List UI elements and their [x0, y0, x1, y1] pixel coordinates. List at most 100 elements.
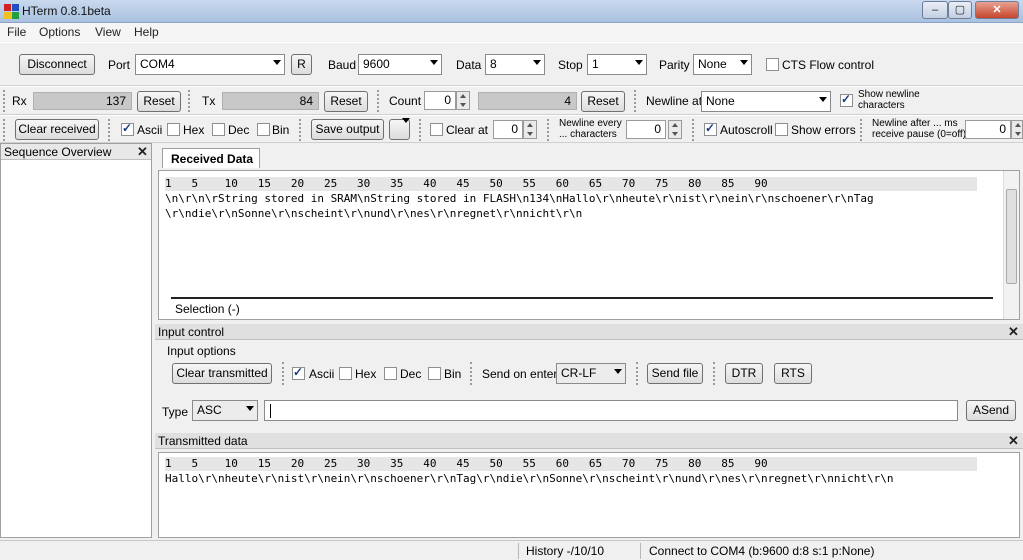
menu-file[interactable]: File: [7, 25, 26, 39]
count-input[interactable]: 0: [424, 91, 456, 110]
history-status: History -/10/10: [526, 544, 605, 558]
scrollbar-thumb[interactable]: [1006, 189, 1017, 284]
clear-received-button[interactable]: Clear received: [15, 119, 99, 140]
toolbar-grip[interactable]: [470, 362, 474, 385]
newline-at-select[interactable]: None: [701, 91, 831, 112]
selection-divider: [171, 297, 993, 299]
close-icon[interactable]: ✕: [1008, 324, 1019, 340]
counters-toolbar: Rx 137 Reset Tx 84 Reset Count 0 4 Reset…: [0, 86, 1023, 115]
dec-label: Dec: [228, 123, 250, 137]
toolbar-grip[interactable]: [299, 119, 303, 141]
maximize-button[interactable]: ▢: [948, 1, 972, 19]
toolbar-grip[interactable]: [860, 119, 864, 141]
close-icon[interactable]: ✕: [1008, 433, 1019, 449]
clear-at-input[interactable]: 0: [493, 120, 523, 139]
send-on-enter-select[interactable]: CR-LF: [556, 363, 626, 384]
tx-reset-button[interactable]: Reset: [324, 91, 368, 112]
count-spinner[interactable]: [456, 91, 470, 110]
sequence-overview-title: Sequence Overview: [4, 145, 112, 159]
tab-received-data[interactable]: Received Data: [162, 148, 260, 168]
input-ascii-checkbox[interactable]: ✓: [292, 365, 305, 380]
dtr-button[interactable]: DTR: [725, 363, 763, 384]
newline-every-spinner[interactable]: [668, 120, 682, 139]
stop-label: Stop: [558, 58, 583, 72]
transmitted-data-header: Transmitted data ✕: [155, 433, 1023, 449]
save-output-button[interactable]: Save output: [311, 119, 384, 140]
clear-at-checkbox[interactable]: [430, 123, 443, 136]
toolbar-grip[interactable]: [282, 362, 286, 385]
input-bin-checkbox[interactable]: [428, 367, 441, 380]
newline-after-label-1: Newline after ... ms: [872, 118, 958, 129]
checkmark-icon: ✓: [122, 121, 133, 135]
sequence-overview-header: Sequence Overview ✕: [1, 144, 151, 160]
clear-at-spinner[interactable]: [523, 120, 537, 139]
tx-label: Tx: [202, 94, 216, 108]
toolbar-grip[interactable]: [108, 119, 112, 141]
received-data-view[interactable]: 1 5 10 15 20 25 30 35 40 45 50 55 60 65 …: [158, 170, 1020, 320]
menu-view[interactable]: View: [95, 25, 121, 39]
close-icon[interactable]: ✕: [137, 144, 148, 160]
show-newline-label-2: characters: [858, 100, 905, 111]
baud-select[interactable]: 9600: [358, 54, 442, 75]
ascii-checkbox[interactable]: ✓: [121, 121, 134, 136]
port-select[interactable]: COM4: [135, 54, 285, 75]
send-on-enter-label: Send on enter: [482, 367, 558, 381]
disconnect-button[interactable]: Disconnect: [19, 54, 95, 75]
chevron-down-icon: [635, 60, 643, 65]
sequence-overview-panel: Sequence Overview ✕: [0, 143, 152, 538]
toolbar-grip[interactable]: [636, 362, 640, 385]
send-file-button[interactable]: Send file: [647, 363, 703, 384]
app-icon: [4, 4, 19, 19]
send-input[interactable]: [264, 400, 958, 421]
type-label: Type: [162, 405, 189, 419]
show-newline-checkbox[interactable]: ✓: [840, 92, 853, 107]
input-ascii-label: Ascii: [309, 367, 335, 381]
rx-reset-button[interactable]: Reset: [137, 91, 181, 112]
arrow-down-icon: [527, 132, 533, 136]
toolbar-grip[interactable]: [419, 119, 423, 141]
close-window-button[interactable]: ✕: [975, 1, 1019, 19]
show-errors-checkbox[interactable]: [775, 123, 788, 136]
toolbar-grip[interactable]: [188, 90, 192, 112]
toolbar-grip[interactable]: [634, 90, 638, 112]
cts-checkbox[interactable]: [766, 58, 779, 71]
arrow-down-icon: [460, 103, 466, 107]
type-select[interactable]: ASC: [192, 400, 258, 421]
save-output-dropdown[interactable]: [389, 118, 410, 140]
toolbar-grip[interactable]: [547, 119, 551, 141]
menu-help[interactable]: Help: [134, 25, 159, 39]
column-ruler: 1 5 10 15 20 25 30 35 40 45 50 55 60 65 …: [165, 457, 977, 471]
input-options-label: Input options: [167, 344, 236, 358]
input-hex-checkbox[interactable]: [339, 367, 352, 380]
refresh-ports-button[interactable]: R: [291, 54, 312, 75]
minimize-button[interactable]: –: [922, 1, 948, 19]
chevron-down-icon: [246, 406, 254, 411]
bin-checkbox[interactable]: [257, 123, 270, 136]
hex-checkbox[interactable]: [167, 123, 180, 136]
asend-button[interactable]: ASend: [966, 400, 1016, 421]
menu-options[interactable]: Options: [39, 25, 80, 39]
rts-button[interactable]: RTS: [774, 363, 812, 384]
count-reset-button[interactable]: Reset: [581, 91, 625, 112]
stop-bits-select[interactable]: 1: [587, 54, 647, 75]
vertical-scrollbar[interactable]: [1003, 171, 1019, 319]
newline-every-input[interactable]: 0: [626, 120, 666, 139]
toolbar-grip[interactable]: [713, 362, 717, 385]
chevron-down-icon: [273, 60, 281, 65]
autoscroll-checkbox[interactable]: ✓: [704, 121, 717, 136]
data-bits-select[interactable]: 8: [485, 54, 545, 75]
arrow-up-icon: [527, 123, 533, 127]
newline-after-input[interactable]: 0: [965, 120, 1011, 139]
input-dec-checkbox[interactable]: [384, 367, 397, 380]
chevron-down-icon: [819, 97, 827, 102]
toolbar-grip[interactable]: [3, 119, 7, 141]
toolbar-grip[interactable]: [377, 90, 381, 112]
clear-transmitted-button[interactable]: Clear transmitted: [172, 363, 272, 384]
parity-select[interactable]: None: [693, 54, 752, 75]
dec-checkbox[interactable]: [212, 123, 225, 136]
transmitted-data-view[interactable]: 1 5 10 15 20 25 30 35 40 45 50 55 60 65 …: [158, 452, 1020, 538]
toolbar-grip[interactable]: [692, 119, 696, 141]
chevron-down-icon: [614, 369, 622, 374]
newline-after-spinner[interactable]: [1011, 120, 1023, 139]
toolbar-grip[interactable]: [3, 90, 7, 112]
